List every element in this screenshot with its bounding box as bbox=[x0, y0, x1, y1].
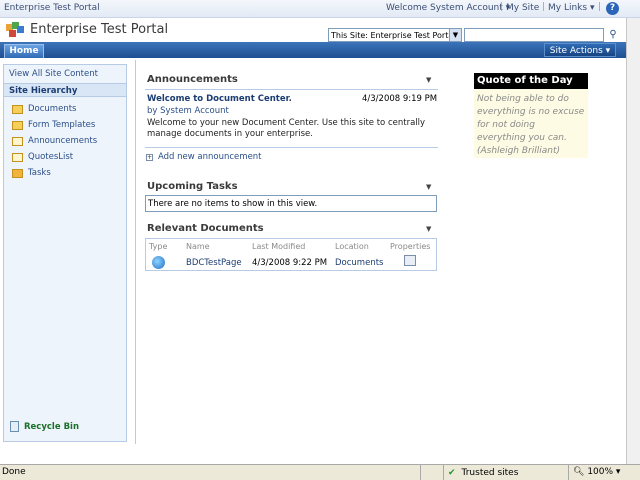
announcement-title-link[interactable]: Welcome to Document Center. bbox=[147, 94, 292, 104]
announcement-author: by System Account bbox=[147, 106, 229, 116]
status-text: Done bbox=[2, 467, 26, 477]
sidebar-item-announcements[interactable]: Announcements bbox=[12, 133, 97, 149]
document-name-link[interactable]: BDCTestPage bbox=[186, 258, 242, 268]
scrollbar[interactable] bbox=[626, 18, 640, 464]
chevron-down-icon: ▾ bbox=[589, 3, 595, 13]
search-scope-select[interactable]: This Site: Enterprise Test Porta ▼ bbox=[328, 28, 462, 42]
security-zone[interactable]: ✔ Trusted sites bbox=[443, 465, 565, 480]
search-scope-value: This Site: Enterprise Test Porta bbox=[331, 31, 454, 40]
help-icon[interactable]: ? bbox=[606, 2, 619, 15]
breadcrumb[interactable]: Enterprise Test Portal bbox=[4, 3, 100, 13]
recycle-bin-link[interactable]: Recycle Bin bbox=[10, 421, 79, 432]
search-input[interactable] bbox=[464, 28, 604, 42]
search-icon[interactable]: ⚲ bbox=[606, 28, 620, 42]
divider bbox=[145, 147, 438, 148]
sidebar-item-documents[interactable]: Documents bbox=[12, 101, 97, 117]
security-zone-label: Trusted sites bbox=[461, 467, 519, 478]
site-actions-menu[interactable]: Site Actions ▾ bbox=[544, 43, 616, 57]
announcement-body: Welcome to your new Document Center. Use… bbox=[147, 118, 426, 139]
chevron-down-icon[interactable]: ▼ bbox=[426, 183, 431, 191]
sidebar-item-label: Tasks bbox=[28, 168, 51, 178]
column-header[interactable]: Last Modified bbox=[252, 242, 305, 251]
zoom-level: 100% bbox=[587, 467, 614, 477]
upcoming-tasks-title[interactable]: Upcoming Tasks bbox=[147, 181, 238, 192]
column-header[interactable]: Location bbox=[335, 242, 369, 251]
plus-icon: + bbox=[146, 153, 153, 161]
add-announcement-label: Add new announcement bbox=[158, 152, 262, 162]
separator: | bbox=[500, 2, 504, 12]
top-nav: Home Site Actions ▾ bbox=[0, 42, 640, 58]
site-logo-icon bbox=[6, 22, 24, 38]
sidebar-item-label: Announcements bbox=[28, 136, 98, 146]
site-title[interactable]: Enterprise Test Portal bbox=[30, 22, 168, 37]
chevron-down-icon: ▾ bbox=[605, 46, 611, 56]
zoom-icon: 🔍︎ bbox=[573, 467, 585, 477]
chevron-down-icon: ▾ bbox=[615, 467, 621, 477]
recycle-bin-icon bbox=[10, 421, 19, 432]
view-all-content-link[interactable]: View All Site Content bbox=[9, 69, 98, 79]
site-actions-label: Site Actions bbox=[549, 46, 603, 56]
column-header[interactable]: Type bbox=[149, 242, 167, 251]
separator: | bbox=[542, 2, 546, 12]
quote-text: Not being able to do everything is no ex… bbox=[474, 89, 588, 158]
relevant-documents-title[interactable]: Relevant Documents bbox=[147, 223, 264, 234]
site-hierarchy-header[interactable]: Site Hierarchy bbox=[4, 83, 126, 97]
tasks-empty-message: There are no items to show in this view. bbox=[145, 195, 437, 212]
properties-icon[interactable] bbox=[404, 255, 416, 266]
library-icon bbox=[12, 120, 23, 130]
column-header[interactable]: Properties bbox=[390, 242, 430, 251]
chevron-down-icon: ▼ bbox=[449, 29, 461, 41]
sidebar-item-label: QuotesList bbox=[28, 152, 74, 162]
list-icon bbox=[12, 152, 23, 162]
sidebar-item-tasks[interactable]: Tasks bbox=[12, 165, 97, 181]
chevron-down-icon[interactable]: ▼ bbox=[426, 76, 431, 84]
web-page-icon bbox=[152, 256, 165, 269]
sidebar-item-label: Documents bbox=[28, 104, 77, 114]
documents-table: Type Name Last Modified Location Propert… bbox=[145, 238, 437, 271]
my-links-label: My Links bbox=[548, 3, 588, 13]
document-location-link[interactable]: Documents bbox=[335, 258, 383, 268]
list-icon bbox=[12, 136, 23, 146]
my-site-link[interactable]: My Site bbox=[506, 3, 539, 13]
announcements-title[interactable]: Announcements bbox=[147, 74, 238, 85]
sidebar-item-label: Form Templates bbox=[28, 120, 96, 130]
divider bbox=[145, 89, 438, 90]
chevron-down-icon[interactable]: ▼ bbox=[426, 225, 431, 233]
site-header: Enterprise Test Portal This Site: Enterp… bbox=[0, 18, 640, 42]
column-header[interactable]: Name bbox=[186, 242, 210, 251]
left-nav: View All Site Content Site Hierarchy Doc… bbox=[3, 64, 127, 442]
check-icon: ✔ bbox=[448, 467, 456, 478]
sidebar-item-form-templates[interactable]: Form Templates bbox=[12, 117, 97, 133]
recycle-bin-label: Recycle Bin bbox=[24, 421, 80, 432]
status-bar: Done ✔ Trusted sites 🔍︎ 100% ▾ bbox=[0, 464, 640, 480]
welcome-label: Welcome System Account bbox=[386, 3, 503, 13]
sidebar-item-quoteslist[interactable]: QuotesList bbox=[12, 149, 97, 165]
separator: | bbox=[598, 2, 602, 12]
top-bar: Enterprise Test Portal Welcome System Ac… bbox=[0, 0, 640, 18]
tab-home[interactable]: Home bbox=[4, 44, 44, 58]
my-links-menu[interactable]: My Links ▾ bbox=[548, 3, 594, 13]
welcome-menu[interactable]: Welcome System Account ▾ bbox=[386, 3, 510, 13]
announcement-date: 4/3/2008 9:19 PM bbox=[362, 94, 438, 104]
add-announcement-link[interactable]: + Add new announcement bbox=[146, 152, 262, 162]
divider bbox=[420, 465, 421, 480]
document-modified: 4/3/2008 9:22 PM bbox=[252, 258, 328, 268]
task-icon bbox=[12, 168, 23, 178]
quote-title: Quote of the Day bbox=[474, 73, 588, 89]
library-icon bbox=[12, 104, 23, 114]
zoom-control[interactable]: 🔍︎ 100% ▾ bbox=[568, 465, 626, 480]
